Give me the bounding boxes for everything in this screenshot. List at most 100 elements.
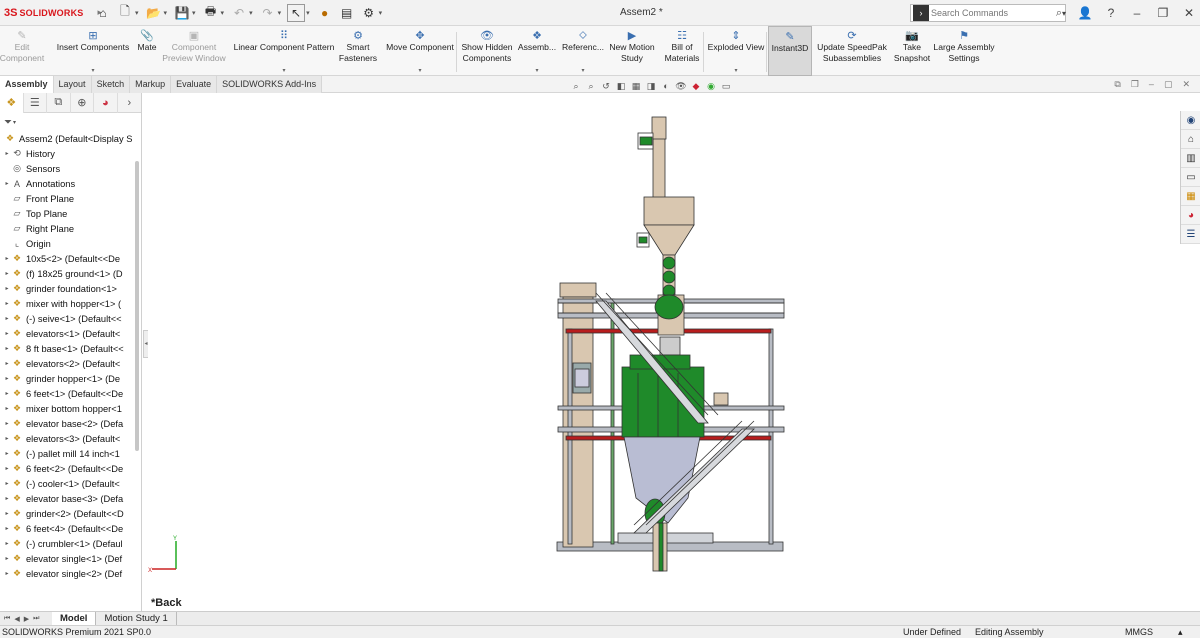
expand-arrow-icon[interactable]: ▸ bbox=[3, 345, 11, 352]
scrollbar-thumb[interactable] bbox=[135, 161, 139, 451]
edit-appearance-icon[interactable]: ◆ bbox=[690, 81, 702, 92]
scenes-icon[interactable]: ◕ bbox=[1181, 206, 1200, 225]
display-manager-tab-icon[interactable]: ◕ bbox=[94, 92, 118, 113]
expand-arrow-icon[interactable]: ▸ bbox=[3, 555, 11, 562]
assembly-model-view[interactable] bbox=[148, 93, 1178, 611]
tree-item[interactable]: ▸ ❖ mixer with hopper<1> ( bbox=[0, 296, 141, 311]
undo-icon[interactable]: ↶ bbox=[230, 4, 248, 22]
tab-solidworks-add-ins[interactable]: SOLIDWORKS Add-Ins bbox=[217, 76, 323, 93]
ribbon-button-8[interactable]: ❖ Assemb... ▾ bbox=[517, 26, 557, 76]
ribbon-button-4[interactable]: ⠿ Linear Component Pattern ▾ bbox=[230, 26, 338, 76]
bottom-tab-motion-study-1[interactable]: Motion Study 1 bbox=[96, 611, 177, 626]
expand-arrow-icon[interactable]: ▸ bbox=[3, 270, 11, 277]
chevron-down-icon[interactable]: ▾ bbox=[13, 119, 16, 126]
dimxpert-tab-icon[interactable]: ⊕ bbox=[71, 92, 95, 113]
tab-sketch[interactable]: Sketch bbox=[91, 76, 131, 93]
tree-item[interactable]: ▸ ❖ elevator single<1> (Def bbox=[0, 551, 141, 566]
configuration-manager-tab-icon[interactable]: ⧉ bbox=[47, 92, 71, 113]
tab-markup[interactable]: Markup bbox=[130, 76, 172, 93]
close-icon[interactable]: ✕ bbox=[1178, 2, 1200, 24]
chevron-down-icon[interactable]: ▾ bbox=[379, 9, 383, 17]
last-tab-icon[interactable]: ⏭ bbox=[33, 615, 39, 623]
hide-show-items-icon[interactable]: 👁 bbox=[675, 81, 687, 92]
display-style-icon[interactable]: ◐ bbox=[660, 81, 672, 91]
ribbon-button-15[interactable]: 📷 Take Snapshot bbox=[892, 26, 932, 76]
view-settings-icon[interactable]: ▭ bbox=[720, 81, 732, 92]
ribbon-button-10[interactable]: ▶ New Motion Study bbox=[606, 26, 658, 76]
tab-layout[interactable]: Layout bbox=[53, 76, 92, 93]
expand-arrow-icon[interactable]: ▸ bbox=[3, 480, 11, 487]
custom-properties-icon[interactable]: ☰ bbox=[1181, 225, 1200, 244]
tree-item[interactable]: ▸ ❖ elevators<1> (Default< bbox=[0, 326, 141, 341]
expand-arrow-icon[interactable]: ▸ bbox=[3, 435, 11, 442]
tree-item[interactable]: ◎ Sensors bbox=[0, 161, 141, 176]
tree-item[interactable]: ▸ ❖ 6 feet<1> (Default<<De bbox=[0, 386, 141, 401]
first-tab-icon[interactable]: ⏮ bbox=[4, 615, 10, 623]
select-arrow-icon[interactable]: ↖ bbox=[287, 3, 306, 22]
tab-assembly[interactable]: Assembly bbox=[0, 76, 54, 93]
section-view-icon[interactable]: ◧ bbox=[615, 81, 627, 92]
tree-item[interactable]: ▸ ❖ (-) seive<1> (Default<< bbox=[0, 311, 141, 326]
property-manager-tab-icon[interactable]: ☰ bbox=[24, 92, 48, 113]
graphics-area[interactable]: Y X *Back bbox=[148, 93, 1178, 611]
close-window-icon[interactable]: ✕ bbox=[1182, 79, 1190, 90]
tree-item[interactable]: ▸ ❖ elevator base<3> (Defa bbox=[0, 491, 141, 506]
tree-item[interactable]: ⌞ Origin bbox=[0, 236, 141, 251]
tree-item[interactable]: ▸ ❖ grinder<2> (Default<<D bbox=[0, 506, 141, 521]
appearances-icon[interactable]: ▦ bbox=[1181, 187, 1200, 206]
expand-arrow-icon[interactable]: ▸ bbox=[3, 315, 11, 322]
tree-item[interactable]: ▸ ❖ (-) pallet mill 14 inch<1 bbox=[0, 446, 141, 461]
chevron-down-icon[interactable]: ▾ bbox=[306, 9, 310, 17]
design-library-icon[interactable]: ⌂ bbox=[1181, 130, 1200, 149]
more-tabs-icon[interactable]: › bbox=[118, 93, 141, 113]
tree-item[interactable]: ▸ ❖ 8 ft base<1> (Default<< bbox=[0, 341, 141, 356]
status-units-dropdown-icon[interactable]: ▴ bbox=[1178, 627, 1183, 638]
minimize-icon[interactable]: – bbox=[1126, 2, 1148, 24]
ribbon-button-11[interactable]: ☷ Bill of Materials bbox=[661, 26, 703, 76]
tree-item[interactable]: ▸ ❖ (f) 18x25 ground<1> (D bbox=[0, 266, 141, 281]
tree-item[interactable]: ▸ ❖ (-) cooler<1> (Default< bbox=[0, 476, 141, 491]
tree-item[interactable]: ▸ ❖ elevator base<2> (Defa bbox=[0, 416, 141, 431]
chevron-down-icon[interactable]: ▾ bbox=[278, 9, 282, 17]
tree-root[interactable]: ❖ Assem2 (Default<Display S bbox=[0, 131, 141, 146]
expand-arrow-icon[interactable]: ▸ bbox=[3, 375, 11, 382]
chevron-down-icon[interactable]: ▾ bbox=[192, 9, 196, 17]
ribbon-button-13[interactable]: ✎ Instant3D bbox=[768, 26, 812, 76]
rebuild-icon[interactable]: ● bbox=[316, 4, 334, 22]
expand-arrow-icon[interactable]: ▸ bbox=[3, 285, 11, 292]
chevron-down-icon[interactable]: ▾ bbox=[249, 9, 253, 17]
ribbon-button-16[interactable]: ⚑ Large Assembly Settings bbox=[932, 26, 996, 76]
open-folder-icon[interactable]: 📂 bbox=[145, 4, 163, 22]
expand-arrow-icon[interactable]: ▸ bbox=[3, 570, 11, 577]
chevron-down-icon[interactable]: ▾ bbox=[418, 67, 421, 74]
expand-arrow-icon[interactable]: ▸ bbox=[3, 450, 11, 457]
expand-arrow-icon[interactable]: ▸ bbox=[3, 420, 11, 427]
ribbon-button-3[interactable]: ▣ Component Preview Window bbox=[162, 26, 226, 76]
next-tab-icon[interactable]: ▶ bbox=[24, 615, 29, 623]
previous-view-icon[interactable]: ↺ bbox=[600, 81, 612, 92]
chevron-down-icon[interactable]: ▾ bbox=[581, 67, 584, 74]
expand-arrow-icon[interactable]: ▸ bbox=[3, 540, 11, 547]
ribbon-button-5[interactable]: ⚙ Smart Fasteners bbox=[339, 26, 377, 76]
save-icon[interactable]: 💾 bbox=[173, 4, 191, 22]
chevron-down-icon[interactable]: ▾ bbox=[535, 67, 538, 74]
new-document-icon[interactable]: 🗋 bbox=[116, 4, 134, 22]
expand-arrow-icon[interactable]: ▸ bbox=[3, 300, 11, 307]
view-orientation-icon[interactable]: ◨ bbox=[645, 81, 657, 92]
tree-item[interactable]: ▸ A Annotations bbox=[0, 176, 141, 191]
expand-arrow-icon[interactable]: ▸ bbox=[3, 405, 11, 412]
tree-item[interactable]: ▸ ❖ 6 feet<4> (Default<<De bbox=[0, 521, 141, 536]
status-units[interactable]: MMGS bbox=[1125, 627, 1153, 637]
tree-item[interactable]: ▸ ❖ (-) crumbler<1> (Defaul bbox=[0, 536, 141, 551]
dynamic-annotation-icon[interactable]: ▦ bbox=[630, 81, 642, 92]
tree-item[interactable]: ▸ ❖ elevator single<2> (Def bbox=[0, 566, 141, 581]
expand-arrow-icon[interactable]: ▸ bbox=[3, 525, 11, 532]
tile-window-icon[interactable]: ❐ bbox=[1131, 79, 1139, 90]
restore-icon[interactable]: ❐ bbox=[1152, 2, 1174, 24]
zoom-to-area-icon[interactable]: ⌕ bbox=[585, 81, 597, 92]
solidworks-resources-icon[interactable]: ◉ bbox=[1181, 111, 1200, 130]
expand-arrow-icon[interactable]: ▸ bbox=[3, 330, 11, 337]
chevron-down-icon[interactable]: ▾ bbox=[734, 67, 737, 74]
ribbon-button-14[interactable]: ⟳ Update SpeedPak Subassemblies bbox=[815, 26, 889, 76]
ribbon-button-1[interactable]: ⊞ Insert Components ▾ bbox=[54, 26, 132, 76]
